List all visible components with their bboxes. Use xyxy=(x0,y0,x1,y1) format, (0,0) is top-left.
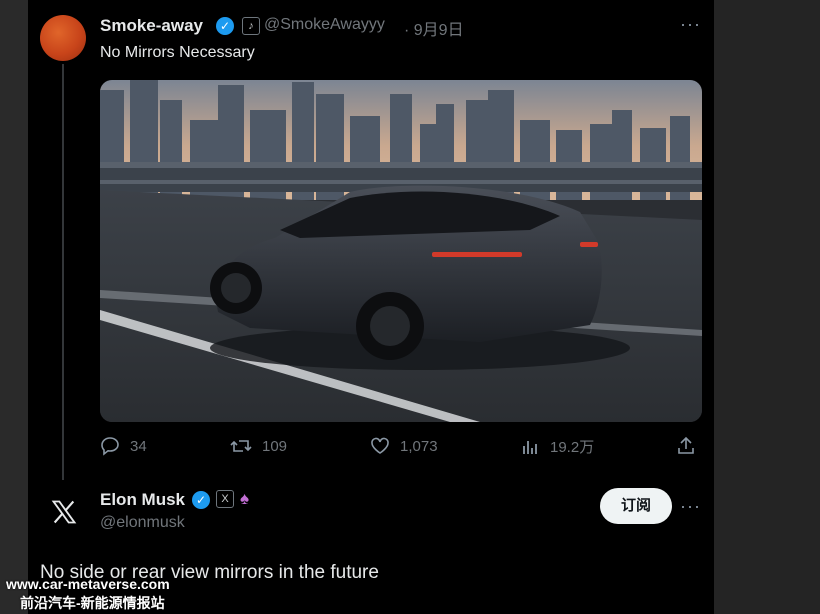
reply-icon xyxy=(101,437,119,456)
heart-icon xyxy=(371,437,389,454)
affiliate-badge-icon: ♪ xyxy=(242,17,260,35)
tweet-text: No Mirrors Necessary xyxy=(100,44,255,61)
tweet-date[interactable]: · 9月9日 xyxy=(404,16,464,40)
tweet-action-bar: 34 109 1,073 19.2万 xyxy=(100,436,700,462)
left-backdrop xyxy=(0,0,28,614)
like-count: 1,073 xyxy=(400,437,438,455)
views-button[interactable]: 19.2万 xyxy=(520,436,594,457)
reply-count: 34 xyxy=(130,437,147,455)
view-count: 19.2万 xyxy=(550,439,595,456)
share-button[interactable] xyxy=(676,436,696,456)
author-handle[interactable]: @SmokeAwayyy xyxy=(264,16,385,34)
verified-badge-icon: ✓ xyxy=(216,17,234,35)
subscribe-button[interactable]: 订阅 xyxy=(600,488,672,524)
verified-badge-icon: ✓ xyxy=(192,491,210,509)
retweet-count: 109 xyxy=(262,437,288,455)
retweet-icon xyxy=(230,440,252,452)
author-name[interactable]: Elon Musk xyxy=(100,490,185,510)
author-name[interactable]: Smoke-away xyxy=(100,16,203,36)
retweet-button[interactable]: 109 xyxy=(230,436,287,456)
avatar[interactable] xyxy=(40,15,86,61)
more-options-icon[interactable]: ··· xyxy=(680,496,701,517)
thread-connector-line xyxy=(62,64,64,480)
tweet-image[interactable] xyxy=(100,80,702,422)
more-options-icon[interactable]: ··· xyxy=(680,14,701,35)
person-badge-icon: ♠ xyxy=(240,489,250,508)
watermark-url: www.car-metaverse.com xyxy=(6,576,170,592)
reply-button[interactable]: 34 xyxy=(100,436,147,456)
analytics-icon xyxy=(523,440,537,454)
author-handle[interactable]: @elonmusk xyxy=(100,514,185,532)
x-affiliate-badge-icon: X xyxy=(216,490,234,508)
watermark: www.car-metaverse.com 前沿汽车-新能源情报站 xyxy=(6,575,170,613)
watermark-caption: 前沿汽车-新能源情报站 xyxy=(20,595,165,611)
x-logo-icon[interactable] xyxy=(50,498,78,526)
car-illustration xyxy=(100,80,702,422)
share-icon xyxy=(678,436,694,454)
right-backdrop xyxy=(714,0,820,614)
tweet-thread-panel: Smoke-away ✓ ♪ @SmokeAwayyy · 9月9日 ··· N… xyxy=(28,0,714,614)
like-button[interactable]: 1,073 xyxy=(370,436,438,456)
